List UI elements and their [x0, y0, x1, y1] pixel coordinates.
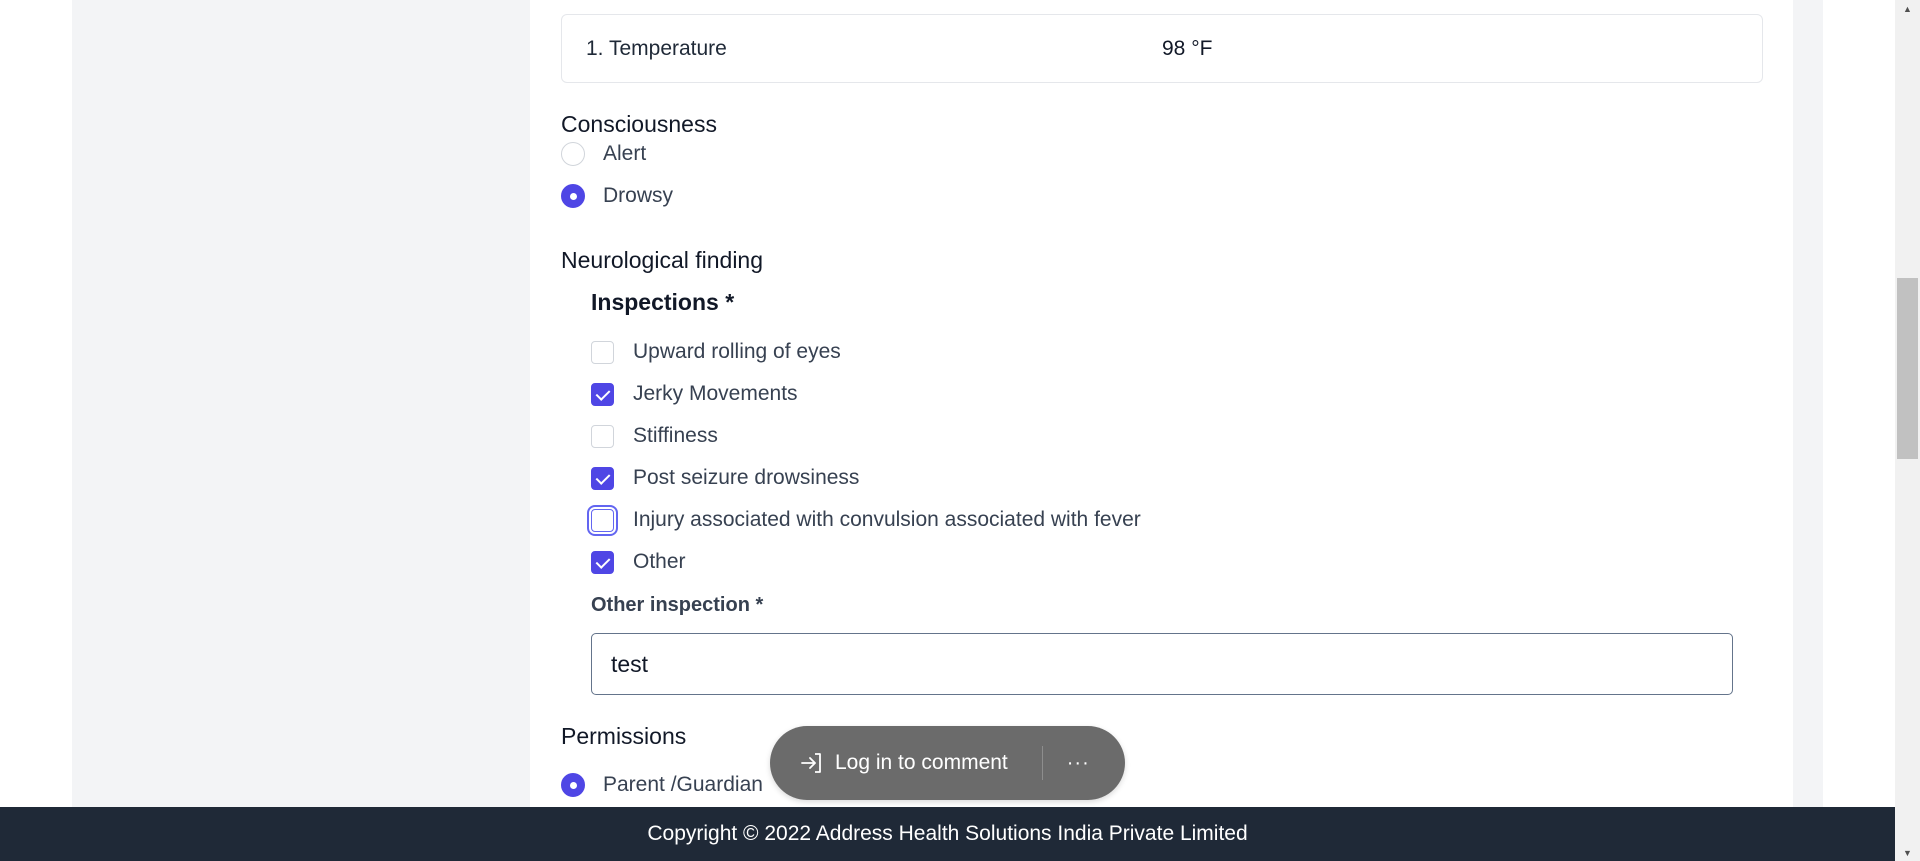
radio-drowsy-control[interactable]: [561, 184, 585, 208]
scroll-up-arrow-icon[interactable]: ▲: [1895, 0, 1920, 17]
check-other-label: Other: [633, 550, 686, 573]
check-upward-rolling[interactable]: Upward rolling of eyes: [591, 337, 841, 367]
checkbox-post-seizure[interactable]: [591, 466, 614, 490]
page-viewport: 1. Temperature 98 °F Consciousness Alert…: [0, 0, 1895, 861]
checkbox-upward-rolling[interactable]: [591, 340, 614, 364]
radio-drowsy-label: Drowsy: [603, 184, 674, 207]
checkbox-jerky-movements[interactable]: [591, 382, 614, 406]
temperature-value: 98 °F: [1162, 37, 1213, 60]
check-jerky-movements-label: Jerky Movements: [633, 382, 798, 405]
permissions-title: Permissions: [561, 723, 687, 749]
check-stiffiness-label: Stiffiness: [633, 424, 718, 447]
vitals-box: 1. Temperature 98 °F: [561, 14, 1763, 83]
temperature-label: 1. Temperature: [586, 37, 727, 60]
right-gutter: [1823, 0, 1895, 861]
radio-drowsy[interactable]: Drowsy: [561, 181, 673, 211]
check-other[interactable]: Other: [591, 547, 686, 577]
scroll-down-arrow-icon[interactable]: ▼: [1895, 844, 1920, 861]
login-to-comment-button[interactable]: Log in to comment: [835, 751, 1008, 775]
neurological-title: Neurological finding: [561, 247, 764, 273]
scrollbar-thumb[interactable]: [1897, 278, 1918, 459]
more-options-button[interactable]: ···: [1067, 752, 1090, 775]
checkbox-injury-convulsion[interactable]: [591, 508, 614, 532]
other-inspection-label: Other inspection *: [591, 594, 764, 616]
check-post-seizure-label: Post seizure drowsiness: [633, 466, 860, 489]
footer-copyright: Copyright © 2022 Address Health Solution…: [647, 822, 1248, 845]
checkbox-other[interactable]: [591, 550, 614, 574]
check-post-seizure[interactable]: Post seizure drowsiness: [591, 463, 859, 493]
radio-alert-control[interactable]: [561, 142, 585, 166]
other-inspection-input[interactable]: [591, 633, 1733, 695]
radio-alert-label: Alert: [603, 142, 647, 165]
form-card: 1. Temperature 98 °F Consciousness Alert…: [530, 0, 1793, 861]
left-gutter: [0, 0, 72, 861]
radio-alert[interactable]: Alert: [561, 139, 646, 169]
checkbox-stiffiness[interactable]: [591, 424, 614, 448]
check-jerky-movements[interactable]: Jerky Movements: [591, 379, 798, 409]
consciousness-title: Consciousness: [561, 111, 717, 137]
radio-parent-guardian-label: Parent /Guardian: [603, 773, 763, 796]
toast-divider: [1041, 746, 1043, 780]
radio-parent-guardian[interactable]: Parent /Guardian: [561, 770, 763, 800]
radio-parent-guardian-control[interactable]: [561, 773, 585, 797]
footer: Copyright © 2022 Address Health Solution…: [0, 807, 1895, 861]
check-injury-convulsion-label: Injury associated with convulsion associ…: [633, 508, 1141, 531]
comment-toast: Log in to comment ···: [770, 726, 1125, 800]
check-upward-rolling-label: Upward rolling of eyes: [633, 340, 841, 363]
check-stiffiness[interactable]: Stiffiness: [591, 421, 718, 451]
login-arrow-icon: [801, 753, 821, 773]
check-injury-convulsion[interactable]: Injury associated with convulsion associ…: [591, 505, 1141, 535]
inspections-title: Inspections *: [591, 289, 735, 315]
